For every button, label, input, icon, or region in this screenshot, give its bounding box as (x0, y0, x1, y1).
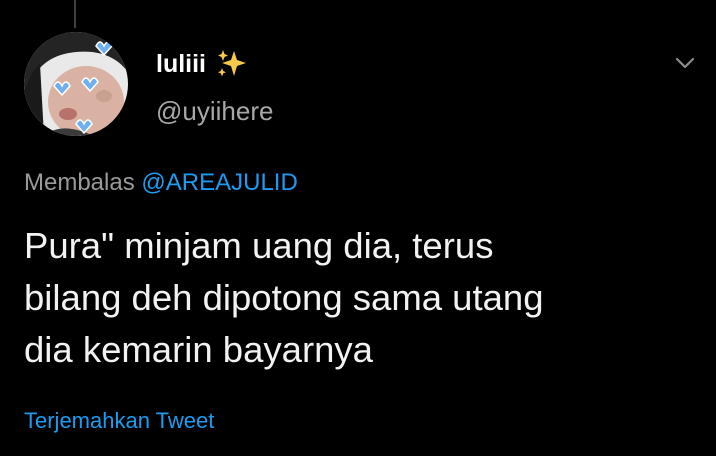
tweet-text-line: Pura" minjam uang dia, terus (24, 225, 494, 266)
author-handle[interactable]: @uyiihere (156, 96, 273, 127)
tweet-text: Pura" minjam uang dia, terus bilang deh … (24, 220, 696, 376)
reply-context: Membalas @AREAJULID (24, 169, 298, 197)
avatar-photo (24, 32, 128, 136)
display-name-text: luliii (156, 49, 206, 78)
translate-tweet-link[interactable]: Terjemahkan Tweet (24, 408, 214, 434)
author-name[interactable]: luliii (156, 48, 248, 80)
chevron-down-icon (675, 57, 695, 69)
tweet-menu-button[interactable] (670, 48, 700, 78)
avatar[interactable] (24, 32, 128, 136)
thread-connector-line (74, 0, 76, 28)
tweet-text-line: bilang deh dipotong sama utang (24, 277, 544, 318)
reply-prefix: Membalas (24, 169, 135, 196)
sparkles-icon (216, 48, 248, 80)
reply-mention-link[interactable]: @AREAJULID (141, 169, 297, 196)
tweet-text-line: dia kemarin bayarnya (24, 329, 373, 370)
